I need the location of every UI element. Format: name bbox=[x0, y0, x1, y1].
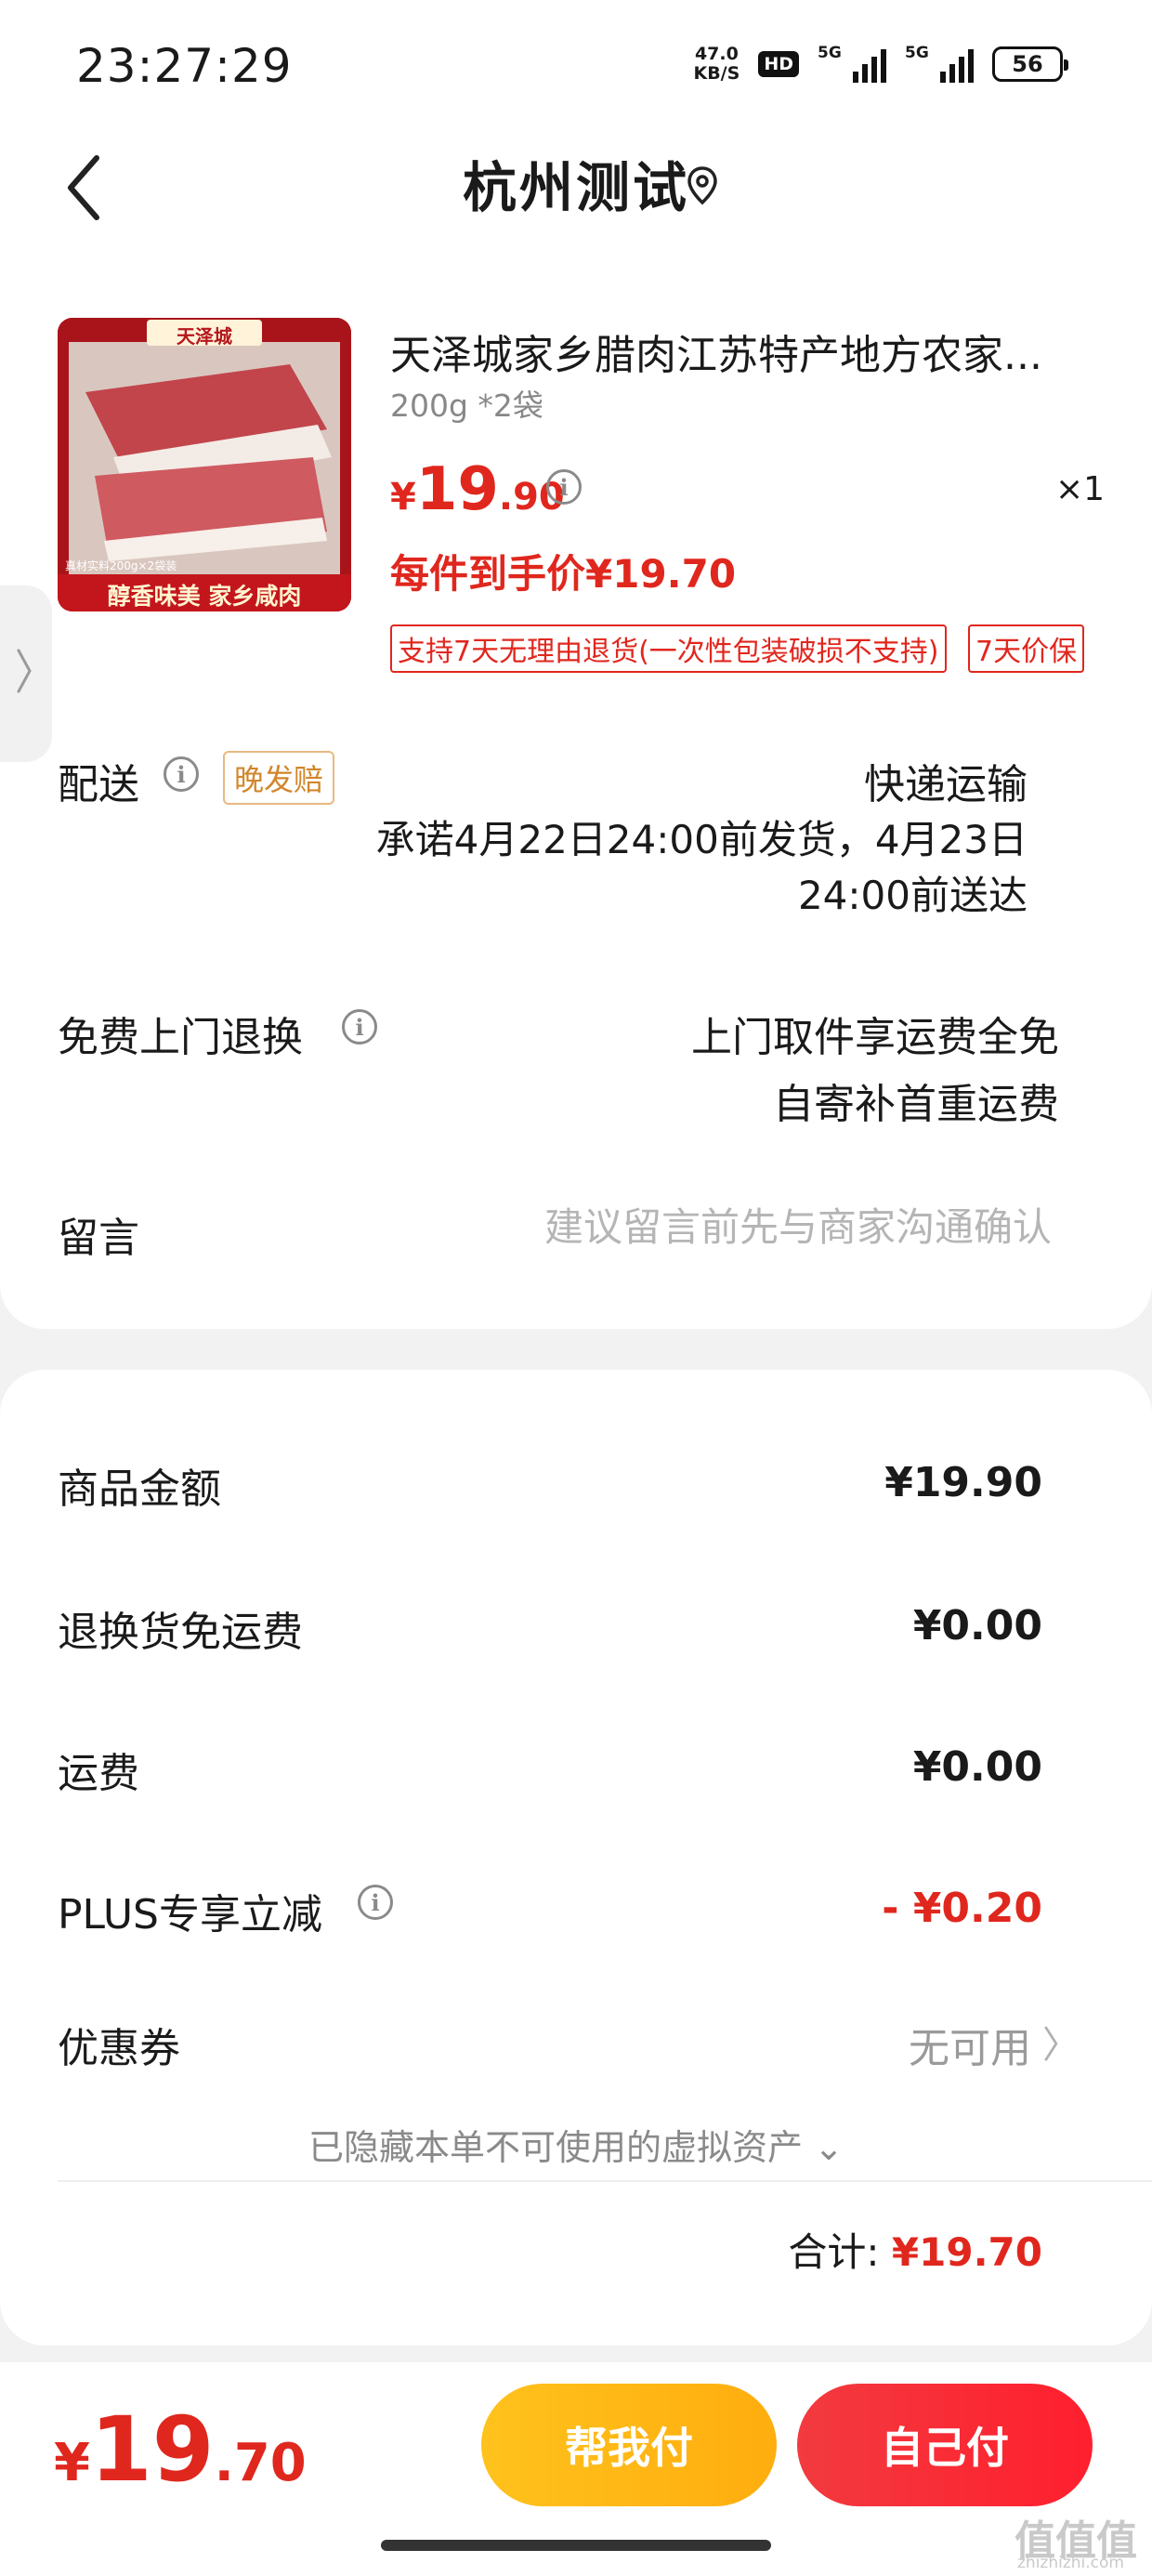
chevron-down-icon: ⌄ bbox=[814, 2127, 844, 2168]
plus-discount-label: PLUS专享立减 bbox=[58, 1891, 322, 1939]
goods-amount-value: ¥19.90 bbox=[884, 1459, 1042, 1506]
status-time: 23:27:29 bbox=[76, 39, 293, 93]
checkout-price-integer: 19 bbox=[89, 2398, 215, 2502]
price-protect-tag: 7天价保 bbox=[968, 624, 1085, 673]
coupon-label: 优惠券 bbox=[58, 2025, 180, 2072]
product-name[interactable]: 天泽城家乡腊肉江苏特产地方农家... bbox=[390, 322, 1068, 381]
return-fee-value: ¥0.00 bbox=[912, 1602, 1042, 1649]
fee-summary-card bbox=[0, 1370, 1152, 2346]
delivery-promise-line2: 24:00前送达 bbox=[797, 873, 1028, 918]
delivery-method[interactable]: 快递运输 bbox=[864, 751, 1028, 810]
message-input[interactable] bbox=[401, 1204, 1052, 1250]
network-speed-value: 47.0 bbox=[694, 44, 739, 64]
hidden-assets-toggle[interactable]: 已隐藏本单不可使用的虚拟资产 ⌄ bbox=[0, 2119, 1152, 2170]
plus-discount-value: - ¥0.20 bbox=[882, 1885, 1042, 1932]
order-card bbox=[0, 121, 1152, 1329]
battery-icon: 56 bbox=[992, 46, 1068, 82]
signal-label: 5G bbox=[818, 44, 842, 62]
info-icon[interactable]: i bbox=[358, 1885, 393, 1920]
product-image-brand: 天泽城 bbox=[177, 325, 232, 348]
return-policy-tag: 支持7天无理由退货(一次性包装破损不支持) bbox=[390, 624, 947, 673]
network-speed-unit: KB/S bbox=[693, 63, 740, 84]
signal-5g-icon: 5G bbox=[818, 44, 886, 83]
home-indicator[interactable] bbox=[381, 2540, 771, 2551]
network-speed: 47.0 KB/S bbox=[693, 45, 740, 84]
coupon-value[interactable]: 无可用 bbox=[909, 2015, 1031, 2074]
delivery-promise-line1: 承诺4月22日24:00前发货，4月23日 bbox=[375, 817, 1028, 862]
product-spec: 200g *2袋 bbox=[390, 388, 543, 424]
price-integer: 19 bbox=[415, 455, 499, 524]
delivery-label: 配送 bbox=[58, 761, 139, 808]
goods-amount-label: 商品金额 bbox=[58, 1465, 221, 1513]
chevron-right-icon bbox=[17, 649, 32, 693]
help-pay-button[interactable]: 帮我付 bbox=[481, 2384, 777, 2506]
product-price: ¥19.90 bbox=[390, 455, 565, 524]
checkout-price: ¥19.70 bbox=[54, 2398, 307, 2502]
delivery-promise: 承诺4月22日24:00前发货，4月23日 24:00前送达 bbox=[321, 812, 1028, 924]
info-icon[interactable]: i bbox=[546, 469, 582, 505]
product-image-slogan: 醇香味美 家乡咸肉 bbox=[107, 583, 302, 610]
checkout-price-currency: ¥ bbox=[54, 2433, 90, 2493]
message-label: 留言 bbox=[58, 1215, 139, 1262]
info-icon[interactable]: i bbox=[164, 756, 199, 792]
signal-label-2: 5G bbox=[905, 44, 929, 62]
watermark-url: zhizhizhi.com bbox=[1017, 2554, 1124, 2572]
self-pay-button[interactable]: 自己付 bbox=[797, 2384, 1093, 2506]
return-service-label: 免费上门退换 bbox=[58, 1014, 303, 1061]
info-icon[interactable]: i bbox=[342, 1009, 377, 1045]
return-service-line2: 自寄补首重运费 bbox=[773, 1081, 1059, 1128]
divider bbox=[58, 2180, 1152, 2182]
hd-voice-icon: HD bbox=[758, 51, 799, 77]
hidden-assets-text: 已隐藏本单不可使用的虚拟资产 bbox=[308, 2127, 804, 2168]
quantity: ×1 bbox=[1055, 470, 1106, 508]
final-price: 每件到手价¥19.70 bbox=[390, 551, 737, 597]
total-value: ¥19.70 bbox=[891, 2229, 1042, 2275]
checkout-price-decimal: .70 bbox=[214, 2433, 307, 2493]
signal-5g-icon-2: 5G bbox=[905, 44, 974, 83]
page-title: 杭州测试 bbox=[462, 156, 689, 219]
chevron-right-icon[interactable]: 〉 bbox=[1042, 2015, 1080, 2069]
price-currency: ¥ bbox=[390, 476, 416, 519]
total-label: 合计: bbox=[788, 2229, 880, 2275]
product-image[interactable]: 天泽城 真材实料200g×2袋装 醇香味美 家乡咸肉 bbox=[58, 318, 351, 611]
shipping-fee-value: ¥0.00 bbox=[912, 1743, 1042, 1791]
location-pin-icon[interactable] bbox=[686, 165, 719, 206]
late-compensation-badge: 晚发赔 bbox=[223, 751, 335, 805]
return-fee-label: 退换货免运费 bbox=[58, 1609, 303, 1656]
total-row: 合计: ¥19.70 bbox=[788, 2221, 1042, 2278]
shipping-fee-label: 运费 bbox=[58, 1750, 139, 1797]
status-icons: 47.0 KB/S HD 5G 5G 56 bbox=[693, 44, 1068, 84]
return-service-line1: 上门取件享运费全免 bbox=[691, 1014, 1059, 1061]
product-image-note: 真材实料200g×2袋装 bbox=[65, 559, 177, 572]
